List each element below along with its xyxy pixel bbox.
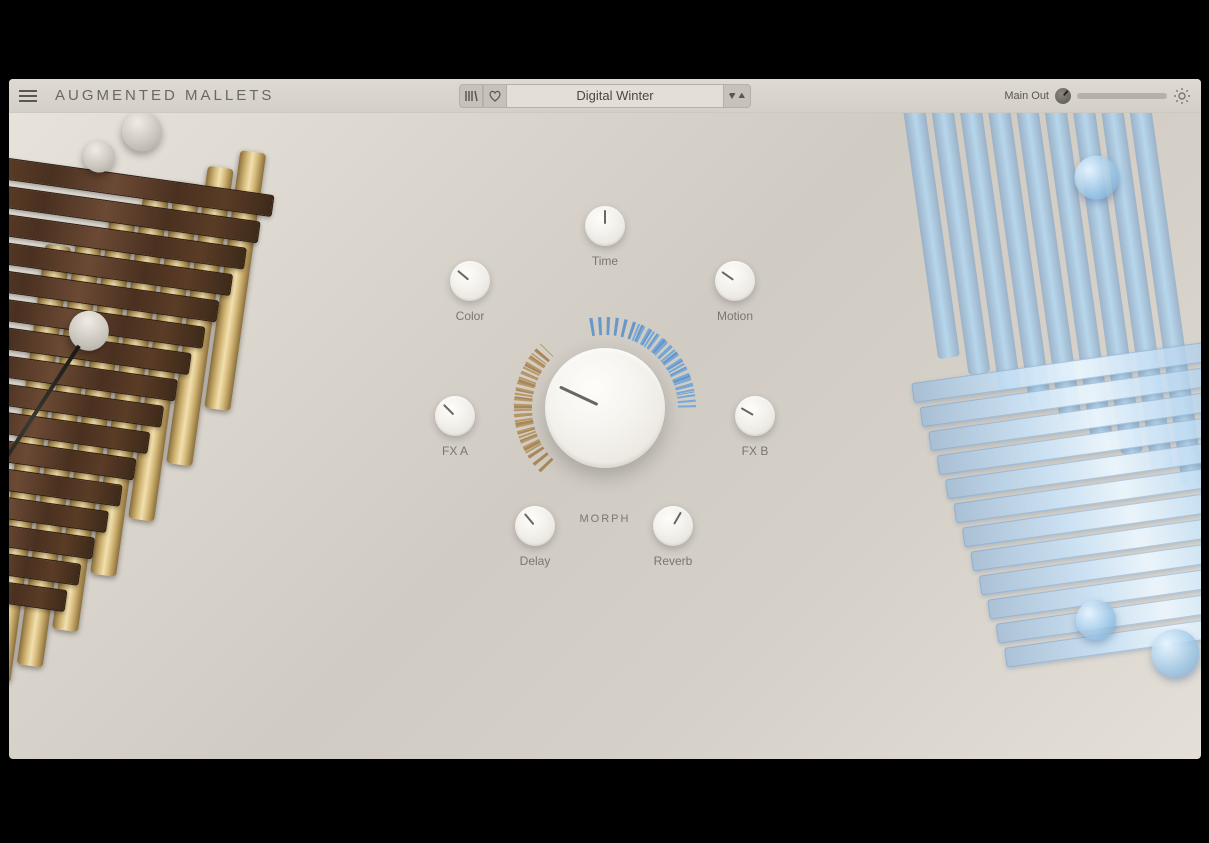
preset-library-icon[interactable] (459, 84, 483, 108)
preset-name-display[interactable]: Digital Winter (507, 84, 723, 108)
favorite-icon[interactable] (483, 84, 507, 108)
color-knob[interactable] (450, 261, 490, 301)
delay-label: Delay (520, 554, 551, 568)
gear-icon[interactable] (1173, 87, 1191, 105)
motion-label: Motion (717, 309, 753, 323)
time-label: Time (592, 254, 618, 268)
fxb-knob-group: FX B (735, 396, 775, 458)
fxa-knob[interactable] (435, 396, 475, 436)
fxa-label: FX A (442, 444, 468, 458)
main-view: Time Color Motion FX A FX B Delay (9, 113, 1201, 759)
header-right-controls: Main Out (1004, 87, 1191, 105)
reverb-label: Reverb (654, 554, 693, 568)
main-out-label: Main Out (1004, 90, 1049, 102)
time-knob[interactable] (585, 206, 625, 246)
main-out-volume-slider[interactable] (1077, 93, 1167, 99)
motion-knob[interactable] (715, 261, 755, 301)
fxa-knob-group: FX A (435, 396, 475, 458)
plugin-window: AUGMENTED MALLETS Digital Winter Main Ou… (9, 79, 1201, 759)
preset-browser: Digital Winter (459, 84, 751, 108)
motion-knob-group: Motion (715, 261, 755, 323)
fxb-knob[interactable] (735, 396, 775, 436)
morph-knob[interactable] (545, 348, 665, 468)
preset-prev-next[interactable] (723, 84, 751, 108)
color-label: Color (456, 309, 485, 323)
knob-cluster: Time Color Motion FX A FX B Delay (395, 216, 815, 656)
crystal-artwork-right (803, 113, 1201, 759)
main-out-knob[interactable] (1055, 88, 1071, 104)
morph-knob-group: MORPH (510, 313, 700, 525)
header-bar: AUGMENTED MALLETS Digital Winter Main Ou… (9, 79, 1201, 113)
plugin-title: AUGMENTED MALLETS (55, 87, 274, 104)
fxb-label: FX B (742, 444, 769, 458)
morph-label: MORPH (580, 513, 631, 525)
time-knob-group: Time (585, 206, 625, 268)
color-knob-group: Color (450, 261, 490, 323)
hamburger-menu-icon[interactable] (19, 85, 41, 107)
marimba-artwork-left (9, 113, 447, 759)
